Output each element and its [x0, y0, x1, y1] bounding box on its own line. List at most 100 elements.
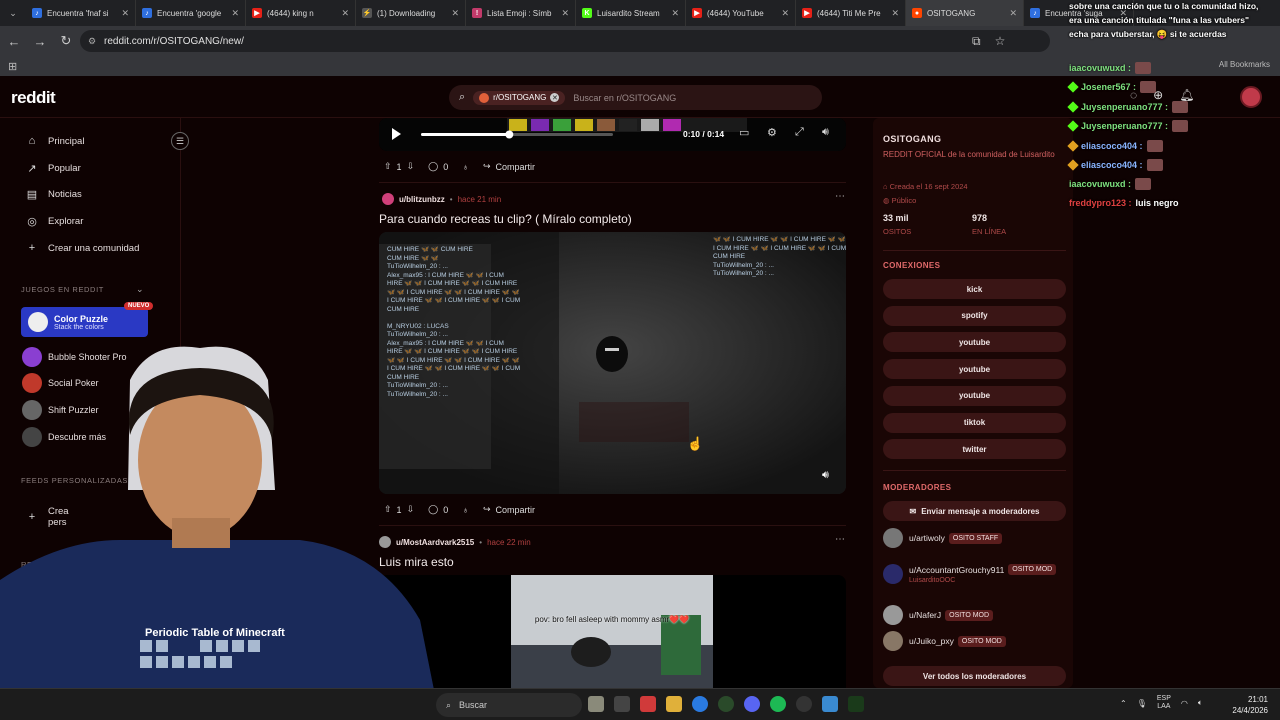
- discord-icon[interactable]: [744, 696, 760, 712]
- connection-link-spotify[interactable]: spotify: [883, 305, 1066, 326]
- speaker-icon[interactable]: 🔈︎: [1198, 698, 1203, 708]
- sidebar-item-crear-una-comunidad[interactable]: + Crear una comunidad: [26, 242, 140, 254]
- games-section-title[interactable]: JUEGOS EN REDDIT: [21, 285, 104, 294]
- file-explorer-icon[interactable]: [666, 696, 682, 712]
- connection-link-tiktok[interactable]: tiktok: [883, 412, 1066, 433]
- back-icon[interactable]: ←: [2, 26, 26, 56]
- microphone-icon[interactable]: 🎙︎: [1137, 699, 1147, 708]
- browser-tab[interactable]: ♪ Encuentra 'fnaf si ✕: [26, 0, 136, 26]
- connection-link-youtube[interactable]: youtube: [883, 385, 1066, 406]
- search-scope-chip[interactable]: r/OSITOGANG ✕: [473, 90, 566, 105]
- language-indicator[interactable]: ESP LAA: [1157, 695, 1171, 711]
- chat-banner-line: era una canción titulada "funa a las vtu…: [1069, 15, 1249, 25]
- moderator-item[interactable]: u/artiwoly OSITO STAFF: [883, 528, 1003, 548]
- install-icon[interactable]: ⧉: [972, 34, 981, 49]
- address-bar[interactable]: ⚙ reddit.com/r/OSITOGANG/new/: [80, 30, 1050, 52]
- browser-tab[interactable]: ● OSITOGANG ✕: [906, 0, 1024, 26]
- tray-chevron-icon[interactable]: ⌃: [1120, 699, 1127, 708]
- browser-tab[interactable]: K Luisardito Stream ✕: [576, 0, 686, 26]
- sidebar-item-principal[interactable]: ⌂ Principal: [26, 135, 85, 147]
- moderator-flair: OSITO MOD: [1008, 564, 1057, 575]
- sidebar-item-noticias[interactable]: ▤ Noticias: [26, 188, 82, 201]
- tab-close-icon[interactable]: ✕: [231, 8, 239, 19]
- post-options-icon[interactable]: ⋯: [835, 534, 845, 545]
- reload-icon[interactable]: ↻: [54, 26, 78, 56]
- tab-search-menu-icon[interactable]: ⌄: [0, 0, 26, 26]
- moderator-item[interactable]: u/NaferJ OSITO MOD: [883, 605, 994, 625]
- chat-emote-icon: [1146, 159, 1163, 171]
- search-input[interactable]: Buscar en r/OSITOGANG: [573, 93, 676, 103]
- app-icon[interactable]: [614, 696, 630, 712]
- tab-close-icon[interactable]: ✕: [1009, 8, 1017, 19]
- view-all-mods-button[interactable]: Ver todos los moderadores: [883, 666, 1066, 686]
- app-icon[interactable]: [822, 696, 838, 712]
- moderator-item[interactable]: u/Juiko_pxy OSITO MOD: [883, 631, 1006, 651]
- tab-close-icon[interactable]: ✕: [451, 8, 459, 19]
- apps-grid-icon[interactable]: ⊞: [8, 60, 17, 73]
- tab-title: Encuentra 'google: [157, 8, 222, 18]
- moderator-item[interactable]: u/AccountantGrouchy911 OSITO MOD Luisardit…: [883, 564, 1057, 584]
- post-author[interactable]: u/blitzunbzz: [399, 195, 445, 204]
- sidebar-item-popular[interactable]: ↗ Popular: [26, 162, 80, 175]
- taskbar-clock[interactable]: 21:01 24/4/2026: [1228, 694, 1268, 716]
- connection-link-twitter[interactable]: twitter: [883, 439, 1066, 460]
- comments-button[interactable]: ◯ 0: [428, 161, 448, 172]
- obs-icon[interactable]: [796, 696, 812, 712]
- captions-icon[interactable]: ▭: [739, 126, 749, 139]
- post-title[interactable]: Para cuando recreas tu clip? ( Míralo co…: [379, 212, 632, 226]
- reddit-logo[interactable]: reddit: [11, 88, 56, 108]
- post-author-avatar[interactable]: [382, 193, 394, 205]
- volume-icon[interactable]: 🔊︎: [822, 126, 829, 139]
- video-player-2[interactable]: CUM HIRE 🦋 🦋 CUM HIRE CUM HIRE 🦋 🦋 TuTio…: [379, 232, 846, 494]
- award-button[interactable]: ♁: [462, 505, 469, 515]
- tab-close-icon[interactable]: ✕: [341, 8, 349, 19]
- video-player-1[interactable]: 0:10 / 0:14 ▭ ⚙ ⤢ 🔊︎: [379, 118, 846, 151]
- game-color-puzzle[interactable]: Color Puzzle Stack the colors: [21, 307, 148, 337]
- tab-close-icon[interactable]: ✕: [561, 8, 569, 19]
- moderator-flair: OSITO STAFF: [948, 532, 1003, 544]
- browser-tab[interactable]: ⚡ (1) Downloading ✕: [356, 0, 466, 26]
- wifi-icon[interactable]: ◠: [1181, 699, 1188, 708]
- chevron-down-icon[interactable]: ⌄: [136, 284, 144, 295]
- post-options-icon[interactable]: ⋯: [835, 191, 845, 202]
- message-mods-button[interactable]: ✉ Enviar mensaje a moderadores: [883, 501, 1066, 521]
- clear-scope-icon[interactable]: ✕: [550, 93, 560, 102]
- app-icon[interactable]: [718, 696, 734, 712]
- terminal-icon[interactable]: [848, 696, 864, 712]
- site-info-icon[interactable]: ⚙: [88, 36, 96, 47]
- connection-link-youtube[interactable]: youtube: [883, 332, 1066, 353]
- share-button[interactable]: ↪ Compartir: [483, 161, 535, 172]
- settings-gear-icon[interactable]: ⚙: [767, 126, 777, 139]
- chat-badge-icon: [1067, 101, 1079, 113]
- moderator-name: u/Juiko_pxy: [909, 636, 954, 646]
- downvote-icon[interactable]: ⇩: [407, 161, 415, 172]
- tab-close-icon[interactable]: ✕: [891, 8, 899, 19]
- upvote-icon[interactable]: ⇧: [384, 161, 392, 172]
- app-icon[interactable]: [640, 696, 656, 712]
- browser-tab[interactable]: ! Lista Emoji : Símb ✕: [466, 0, 576, 26]
- fullscreen-icon[interactable]: ⤢: [795, 126, 804, 139]
- bookmark-star-icon[interactable]: ☆: [995, 34, 1006, 49]
- taskbar-search[interactable]: ⌕ Buscar: [436, 693, 582, 717]
- forward-icon[interactable]: →: [28, 26, 52, 56]
- browser-tab[interactable]: ♪ Encuentra 'google ✕: [136, 0, 246, 26]
- share-button[interactable]: ↪ Compartir: [483, 504, 535, 515]
- collapse-sidebar-icon[interactable]: ☰: [171, 132, 189, 150]
- chrome-icon[interactable]: [692, 696, 708, 712]
- browser-tab[interactable]: ▶ (4644) YouTube ✕: [686, 0, 796, 26]
- connection-link-kick[interactable]: kick: [883, 279, 1066, 299]
- award-button[interactable]: ♁: [462, 162, 469, 172]
- tab-close-icon[interactable]: ✕: [781, 8, 789, 19]
- volume-icon[interactable]: 🔊︎: [822, 469, 829, 482]
- browser-tab[interactable]: ▶ (4644) Titi Me Pre ✕: [796, 0, 906, 26]
- spotify-icon[interactable]: [770, 696, 786, 712]
- browser-tab[interactable]: ▶ (4644) king n ✕: [246, 0, 356, 26]
- connection-link-youtube[interactable]: youtube: [883, 359, 1066, 380]
- sidebar-item-explorar[interactable]: ◎ Explorar: [26, 215, 83, 228]
- search-bar[interactable]: ⌕ r/OSITOGANG ✕ Buscar en r/OSITOGANG: [449, 85, 822, 110]
- video-player-3[interactable]: pov: bro fell asleep with mommy asmr❤️❤️: [379, 575, 846, 688]
- tab-close-icon[interactable]: ✕: [121, 8, 129, 19]
- taskview-icon[interactable]: [588, 696, 604, 712]
- tab-close-icon[interactable]: ✕: [671, 8, 679, 19]
- tab-favicon-icon: ⚡: [362, 8, 372, 18]
